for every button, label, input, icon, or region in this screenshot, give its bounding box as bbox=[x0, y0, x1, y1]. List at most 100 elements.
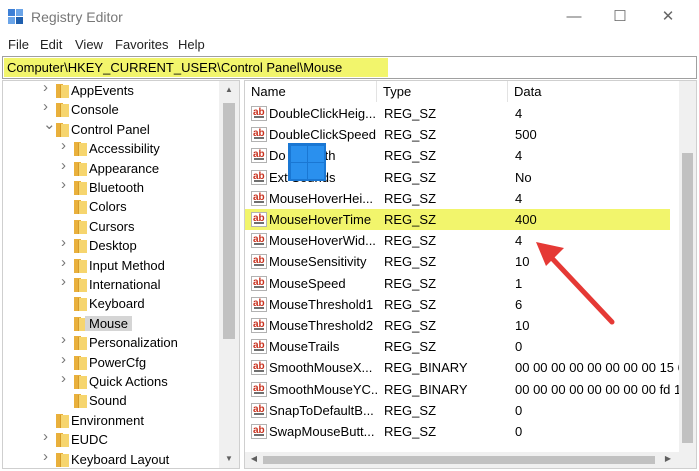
menu-edit[interactable]: Edit bbox=[40, 37, 62, 52]
folder-icon bbox=[55, 413, 70, 428]
menu-help[interactable]: Help bbox=[178, 37, 205, 52]
value-data: No bbox=[515, 169, 532, 185]
chevron-right-icon[interactable]: › bbox=[61, 158, 71, 173]
tree-item[interactable]: › PowerCfg bbox=[61, 352, 213, 373]
value-data: 0 bbox=[515, 402, 523, 418]
chevron-right-icon[interactable]: › bbox=[61, 332, 71, 347]
table-row[interactable]: ab SmoothMouseYC... REG_BINARY 00 00 00 00 … bbox=[245, 379, 680, 400]
tree-item[interactable]: › Desktop bbox=[61, 235, 213, 256]
value-data: 00 00 00 00 00 00 00 00 15 6 bbox=[515, 360, 680, 376]
value-data: 0 bbox=[515, 339, 523, 355]
chevron-right-icon[interactable]: › bbox=[61, 138, 71, 153]
tree-item[interactable]: › International bbox=[61, 274, 213, 295]
tree-item[interactable]: › Personalization bbox=[61, 332, 213, 353]
tree-item-label: Cursors bbox=[89, 218, 135, 234]
table-row[interactable]: ab MouseHoverHei... REG_SZ 4 bbox=[245, 188, 678, 209]
chevron-right-icon[interactable]: › bbox=[61, 352, 71, 367]
tree-item[interactable]: Cursors bbox=[61, 218, 213, 237]
chevron-right-icon[interactable]: › bbox=[61, 371, 71, 386]
list-hscroll-thumb[interactable] bbox=[263, 456, 655, 464]
tree-item-label: Keyboard Layout bbox=[71, 451, 170, 467]
tree-item[interactable]: Keyboard bbox=[61, 295, 213, 314]
menu-file[interactable]: File bbox=[8, 37, 29, 52]
tree-item[interactable]: › Appearance bbox=[61, 158, 213, 179]
folder-icon bbox=[73, 161, 88, 176]
value-data: 4 bbox=[515, 148, 523, 164]
table-row[interactable]: ab DoubleClickHeig... REG_SZ 4 bbox=[245, 103, 678, 124]
tree-item[interactable]: Sound bbox=[61, 392, 213, 411]
tree-item[interactable]: Environment bbox=[43, 412, 213, 431]
key-tree[interactable]: › AppEvents › Console ⌄ Control Panel › Accessi… bbox=[2, 80, 240, 469]
table-row[interactable]: ab MouseTrails REG_SZ 0 bbox=[245, 336, 678, 357]
string-value-icon: ab bbox=[251, 212, 267, 227]
minimize-icon[interactable]: — bbox=[551, 0, 597, 34]
chevron-right-icon[interactable]: › bbox=[43, 99, 53, 114]
string-value-icon: ab bbox=[251, 190, 267, 206]
string-value-icon: ab bbox=[251, 148, 267, 164]
folder-icon bbox=[73, 375, 88, 389]
table-row[interactable]: ab SwapMouseButt... REG_SZ 0 bbox=[245, 421, 678, 442]
menu-favorites[interactable]: Favorites bbox=[115, 37, 168, 52]
value-type: REG_SZ bbox=[384, 148, 437, 164]
close-icon[interactable]: ✕ bbox=[645, 0, 691, 34]
tree-item[interactable]: › AppEvents bbox=[43, 81, 213, 101]
tree-item-label: Environment bbox=[71, 412, 144, 428]
tree-item[interactable]: › EUDC bbox=[43, 429, 213, 450]
scroll-up-icon[interactable]: ▲ bbox=[224, 85, 234, 94]
chevron-right-icon[interactable]: › bbox=[61, 177, 71, 192]
tree-item[interactable]: › Console bbox=[43, 99, 213, 120]
tree-item[interactable]: › Bluetooth bbox=[61, 177, 213, 198]
value-type: REG_SZ bbox=[384, 106, 437, 121]
string-value-icon: ab bbox=[251, 339, 267, 355]
table-row[interactable]: ab SnapToDefaultB... REG_SZ 0 bbox=[245, 400, 678, 421]
table-row[interactable]: ab SmoothMouseX... REG_BINARY 00 00 00 00 0… bbox=[245, 357, 680, 378]
value-name: SwapMouseButt... bbox=[269, 424, 375, 439]
list-scrollbar[interactable] bbox=[679, 81, 696, 453]
tree-item[interactable]: › Keyboard Layout bbox=[43, 449, 213, 468]
tree-item-label: Bluetooth bbox=[89, 180, 144, 195]
scroll-down-icon[interactable]: ▼ bbox=[224, 454, 234, 463]
tree-item[interactable]: › Quick Actions bbox=[61, 371, 213, 392]
list-scroll-thumb[interactable] bbox=[682, 153, 693, 443]
address-path[interactable]: Computer\HKEY_CURRENT_USER\Control Panel… bbox=[7, 60, 342, 75]
column-header-type[interactable]: Type bbox=[377, 81, 508, 102]
chevron-right-icon[interactable]: › bbox=[61, 274, 71, 289]
chevron-down-icon[interactable]: ⌄ bbox=[43, 117, 56, 132]
scroll-right-icon[interactable]: ▶ bbox=[663, 454, 673, 463]
menu-view[interactable]: View bbox=[75, 37, 103, 52]
table-row[interactable]: ab MouseHoverTime REG_SZ 400 bbox=[245, 209, 670, 230]
tree-item-label: Appearance bbox=[89, 160, 160, 176]
chevron-right-icon[interactable]: › bbox=[43, 81, 53, 95]
values-list[interactable]: Name Type Data ab DoubleClickHeig... REG_S… bbox=[244, 80, 697, 469]
value-type: REG_SZ bbox=[384, 318, 437, 333]
folder-icon bbox=[55, 103, 70, 118]
tree-scroll-thumb[interactable] bbox=[223, 103, 235, 339]
tree-scrollbar[interactable]: ▲ ▼ bbox=[219, 81, 239, 468]
chevron-right-icon[interactable]: › bbox=[43, 449, 53, 464]
chevron-right-icon[interactable]: › bbox=[43, 429, 53, 444]
windows-logo-icon bbox=[288, 143, 326, 181]
column-header-name[interactable]: Name bbox=[245, 81, 377, 102]
tree-item[interactable]: › Accessibility bbox=[61, 138, 213, 159]
tree-item[interactable]: ⌄ Control Panel bbox=[43, 117, 213, 140]
registry-editor-icon bbox=[8, 9, 23, 24]
tree-item[interactable]: Colors bbox=[61, 198, 213, 217]
tree-item[interactable]: Mouse bbox=[61, 315, 213, 334]
tree-item[interactable]: › Input Method bbox=[61, 255, 213, 276]
column-header-data[interactable]: Data bbox=[508, 81, 680, 102]
chevron-right-icon[interactable]: › bbox=[61, 255, 71, 270]
string-value-icon: ab bbox=[251, 127, 267, 143]
value-type: REG_SZ bbox=[384, 339, 437, 355]
address-bar[interactable]: Computer\HKEY_CURRENT_USER\Control Panel… bbox=[2, 56, 697, 79]
value-type: REG_SZ bbox=[384, 275, 437, 291]
tree-item-label: Control Panel bbox=[71, 121, 150, 137]
scroll-left-icon[interactable]: ◀ bbox=[249, 454, 259, 463]
chevron-right-icon[interactable]: › bbox=[61, 235, 71, 250]
value-type: REG_SZ bbox=[384, 402, 437, 418]
value-name: SmoothMouseYC... bbox=[269, 381, 377, 397]
list-hscrollbar[interactable]: ◀ ▶ bbox=[245, 452, 696, 468]
folder-icon bbox=[73, 278, 88, 292]
red-arrow-icon bbox=[536, 242, 615, 325]
maximize-icon[interactable]: ☐ bbox=[597, 0, 643, 34]
value-name: MouseSensitivity bbox=[269, 254, 367, 270]
